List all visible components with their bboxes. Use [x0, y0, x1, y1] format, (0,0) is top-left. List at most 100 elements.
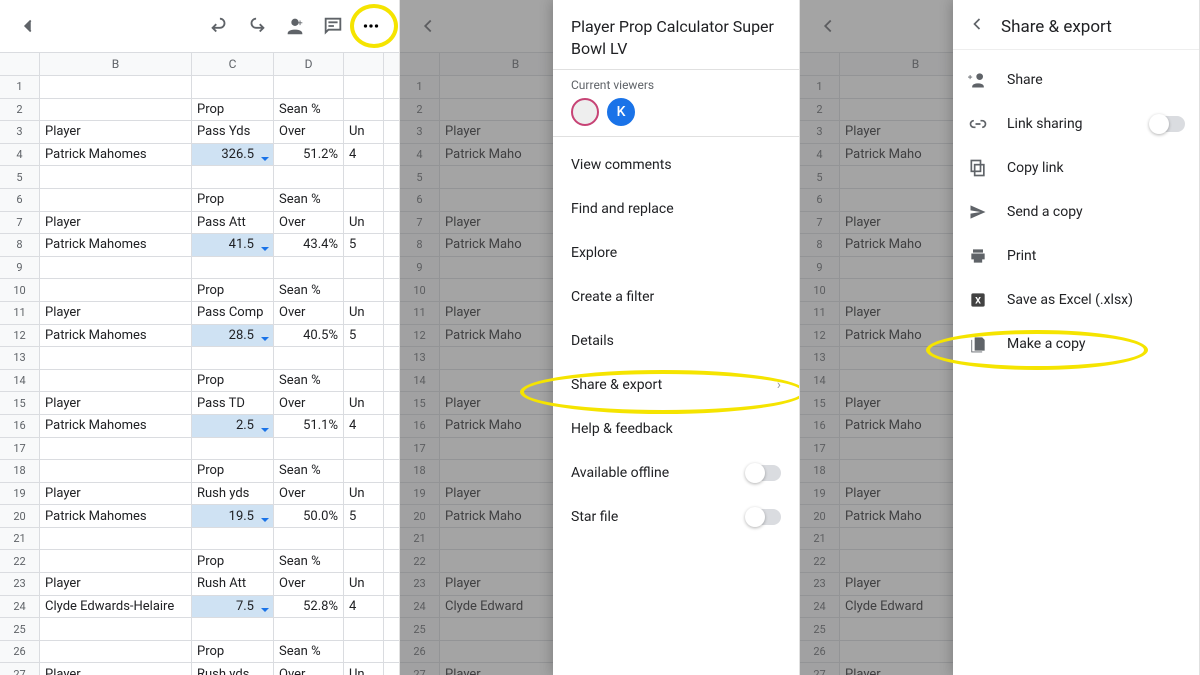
cell[interactable]: Un [344, 483, 384, 505]
table-row[interactable]: 11PlayerPass CompOverUn [0, 302, 399, 325]
cell[interactable]: Prop [192, 641, 274, 663]
viewer-avatar[interactable]: K [607, 98, 635, 126]
cell[interactable]: 43.4% [274, 234, 344, 256]
row-header[interactable]: 18 [0, 460, 40, 482]
cell[interactable] [274, 76, 344, 98]
table-row[interactable]: 16Patrick Mahomes2.551.1%4 [0, 415, 399, 438]
row-header[interactable]: 2 [0, 99, 40, 121]
table-row[interactable]: 8Patrick Mahomes41.543.4%5 [0, 234, 399, 257]
row-header[interactable]: 4 [0, 144, 40, 166]
cell[interactable]: Patrick Mahomes [40, 234, 192, 256]
share-item-save-excel[interactable]: X Save as Excel (.xlsx) [953, 278, 1199, 322]
share-item-send-copy[interactable]: Send a copy [953, 190, 1199, 234]
back-button[interactable] [10, 8, 46, 44]
cell[interactable]: Sean % [274, 99, 344, 121]
cell[interactable]: Prop [192, 99, 274, 121]
table-row[interactable]: 24Clyde Edwards-Helaire7.552.8%4 [0, 596, 399, 619]
share-item-make-copy[interactable]: Make a copy [953, 322, 1199, 366]
cell[interactable] [274, 166, 344, 188]
cell[interactable] [274, 438, 344, 460]
row-header[interactable]: 11 [0, 302, 40, 324]
cell[interactable] [40, 279, 192, 301]
prop-dropdown-cell[interactable]: 7.5 [192, 596, 274, 618]
table-row[interactable]: 6PropSean % [0, 189, 399, 212]
share-item-print[interactable]: Print [953, 234, 1199, 278]
cell[interactable] [40, 347, 192, 369]
cell[interactable]: Prop [192, 279, 274, 301]
cell[interactable] [274, 618, 344, 640]
row-header[interactable]: 24 [0, 596, 40, 618]
cell[interactable] [40, 370, 192, 392]
cell[interactable]: 50.0% [274, 505, 344, 527]
row-header[interactable]: 25 [0, 618, 40, 640]
cell[interactable]: 51.1% [274, 415, 344, 437]
table-row[interactable]: 21 [0, 528, 399, 551]
prop-dropdown-cell[interactable]: 19.5 [192, 505, 274, 527]
cell[interactable] [40, 76, 192, 98]
cell[interactable]: Clyde Edwards-Helaire [40, 596, 192, 618]
cell[interactable]: Un [344, 212, 384, 234]
table-row[interactable]: 7PlayerPass AttOverUn [0, 212, 399, 235]
prop-dropdown-cell[interactable]: 41.5 [192, 234, 274, 256]
share-item-copy-link[interactable]: Copy link [953, 146, 1199, 190]
cell[interactable] [344, 347, 384, 369]
cell[interactable]: 40.5% [274, 325, 344, 347]
table-row[interactable]: 25 [0, 618, 399, 641]
cell[interactable]: Over [274, 212, 344, 234]
table-row[interactable]: 1 [0, 76, 399, 99]
table-row[interactable]: 15PlayerPass TDOverUn [0, 392, 399, 415]
menu-share-export[interactable]: Share & export› [553, 363, 799, 407]
cell[interactable] [344, 641, 384, 663]
cell[interactable]: Sean % [274, 189, 344, 211]
table-row[interactable]: 19PlayerRush ydsOverUn [0, 483, 399, 506]
cell[interactable] [274, 347, 344, 369]
table-row[interactable]: 12Patrick Mahomes28.540.5%5 [0, 325, 399, 348]
column-header[interactable]: C [192, 53, 274, 75]
menu-help-feedback[interactable]: Help & feedback [553, 407, 799, 451]
table-row[interactable]: 26PropSean % [0, 641, 399, 664]
cell[interactable]: Rush yds [192, 663, 274, 675]
table-row[interactable]: 17 [0, 438, 399, 461]
cell[interactable]: Over [274, 483, 344, 505]
menu-find-replace[interactable]: Find and replace [553, 187, 799, 231]
row-header[interactable]: 5 [0, 166, 40, 188]
column-header[interactable]: B [40, 53, 192, 75]
cell[interactable] [40, 460, 192, 482]
undo-icon[interactable] [201, 8, 237, 44]
cell[interactable]: Over [274, 663, 344, 675]
table-row[interactable]: 14PropSean % [0, 370, 399, 393]
cell[interactable] [192, 257, 274, 279]
cell[interactable]: Player [40, 573, 192, 595]
row-header[interactable]: 15 [0, 392, 40, 414]
share-item-link-sharing[interactable]: Link sharing [953, 102, 1199, 146]
cell[interactable] [344, 370, 384, 392]
prop-dropdown-cell[interactable]: 2.5 [192, 415, 274, 437]
table-row[interactable]: 4Patrick Mahomes326.551.2%4 [0, 144, 399, 167]
spreadsheet-grid[interactable]: B C D 12PropSean %3PlayerPass YdsOverUn4… [0, 52, 399, 675]
cell[interactable]: Player [40, 121, 192, 143]
cell[interactable] [192, 528, 274, 550]
cell[interactable] [192, 166, 274, 188]
prop-dropdown-cell[interactable]: 326.5 [192, 144, 274, 166]
table-row[interactable]: 22PropSean % [0, 550, 399, 573]
cell[interactable] [344, 438, 384, 460]
back-icon[interactable] [967, 14, 987, 39]
cell[interactable]: Un [344, 663, 384, 675]
row-header[interactable]: 27 [0, 663, 40, 675]
row-header[interactable]: 14 [0, 370, 40, 392]
table-row[interactable]: 9 [0, 257, 399, 280]
cell[interactable]: Rush yds [192, 483, 274, 505]
cell[interactable] [40, 166, 192, 188]
table-row[interactable]: 2 PropSean % [0, 99, 399, 122]
cell[interactable]: Patrick Mahomes [40, 325, 192, 347]
table-row[interactable]: 23PlayerRush AttOverUn [0, 573, 399, 596]
cell[interactable]: Rush Att [192, 573, 274, 595]
cell[interactable]: Over [274, 392, 344, 414]
row-header[interactable]: 17 [0, 438, 40, 460]
cell[interactable]: 52.8% [274, 596, 344, 618]
cell[interactable]: Sean % [274, 370, 344, 392]
cell[interactable] [192, 618, 274, 640]
cell[interactable] [40, 550, 192, 572]
cell[interactable] [40, 438, 192, 460]
cell[interactable]: Un [344, 392, 384, 414]
